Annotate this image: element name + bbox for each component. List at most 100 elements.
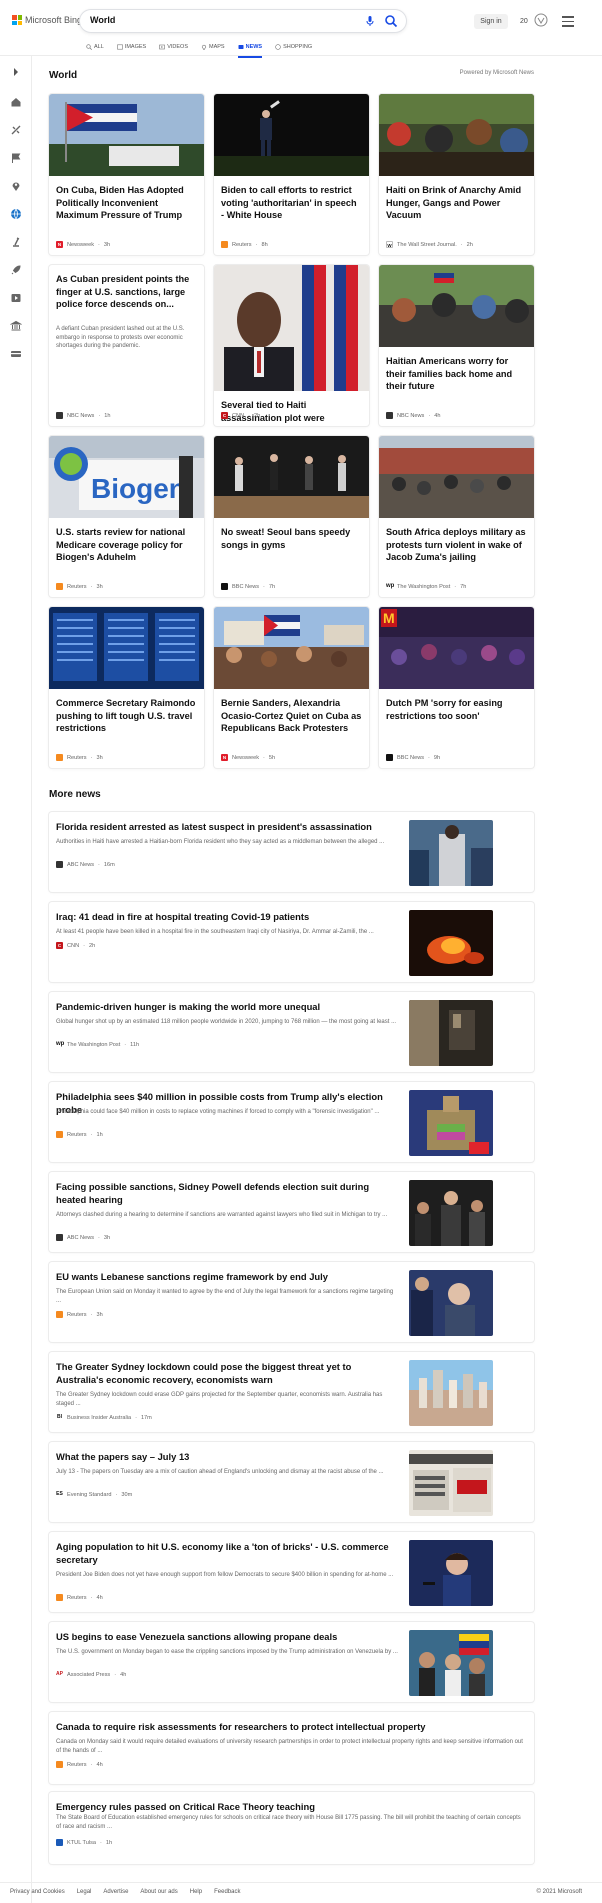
news-list-item[interactable]: Florida resident arrested as latest susp…	[49, 812, 534, 892]
location-icon[interactable]	[10, 180, 22, 192]
news-card[interactable]: South Africa deploys military as protest…	[379, 436, 534, 597]
card-meta: C CNN · 2h	[221, 412, 261, 419]
news-card[interactable]: Haiti on Brink of Anarchy Amid Hunger, G…	[379, 94, 534, 255]
microphone-icon[interactable]	[364, 15, 376, 27]
footer-link-about-ads[interactable]: About our ads	[140, 1889, 177, 1895]
rewards-icon[interactable]	[534, 13, 548, 27]
news-list-item[interactable]: The Greater Sydney lockdown could pose t…	[49, 1352, 534, 1432]
card-title[interactable]: Biden to call efforts to restrict voting…	[221, 184, 362, 222]
news-title[interactable]: Iraq: 41 dead in fire at hospital treati…	[56, 910, 396, 923]
card-title[interactable]: Bernie Sanders, Alexandria Ocasio-Cortez…	[221, 697, 362, 735]
card-meta: Reuters · 3h	[56, 754, 103, 761]
news-snippet: The European Union said on Monday it wan…	[56, 1289, 394, 1304]
bing-logo[interactable]: Microsoft Bing	[12, 15, 82, 25]
news-card[interactable]: On Cuba, Biden Has Adopted Politically I…	[49, 94, 204, 255]
publish-time: 7h	[268, 583, 276, 590]
abc-news-logo-icon	[56, 861, 63, 868]
card-title[interactable]: Haiti on Brink of Anarchy Amid Hunger, G…	[386, 184, 527, 222]
search-box[interactable]: World	[80, 10, 406, 32]
provider-name: The Washington Post	[67, 1041, 121, 1048]
home-icon[interactable]	[10, 96, 22, 108]
card-image	[49, 94, 204, 176]
footer-link-feedback[interactable]: Feedback	[214, 1889, 240, 1895]
card-title[interactable]: Commerce Secretary Raimondo pushing to l…	[56, 697, 197, 735]
search-input[interactable]: World	[90, 15, 115, 25]
news-list-item[interactable]: Aging population to hit U.S. economy lik…	[49, 1532, 534, 1612]
news-list-item[interactable]: What the papers say – July 13 July 13 - …	[49, 1442, 534, 1522]
globe-icon[interactable]	[10, 208, 22, 220]
copyright: © 2021 Microsoft	[536, 1889, 582, 1895]
menu-icon[interactable]	[562, 16, 574, 27]
provider-name: Reuters	[232, 241, 252, 248]
money-icon[interactable]	[10, 348, 22, 360]
rewards-count[interactable]: 20	[520, 14, 528, 29]
news-snippet: Attorneys clashed during a hearing to de…	[56, 1212, 388, 1218]
news-list-item[interactable]: Facing possible sanctions, Sidney Powell…	[49, 1172, 534, 1252]
news-meta: ABC News · 16m	[56, 861, 115, 868]
news-card[interactable]: Biogen U.S. starts review for national M…	[49, 436, 204, 597]
news-title[interactable]: Aging population to hit U.S. economy lik…	[56, 1540, 396, 1566]
card-title[interactable]: Dutch PM 'sorry for easing restrictions …	[386, 697, 527, 722]
news-title[interactable]: Florida resident arrested as latest susp…	[56, 820, 396, 833]
card-title[interactable]: U.S. starts review for national Medicare…	[56, 526, 197, 564]
entertainment-icon[interactable]	[10, 292, 22, 304]
news-list-item[interactable]: Emergency rules passed on Critical Race …	[49, 1792, 534, 1864]
news-title[interactable]: Pandemic-driven hunger is making the wor…	[56, 1000, 396, 1013]
expand-arrow-icon[interactable]	[10, 66, 22, 78]
news-meta: Reuters · 4h	[56, 1761, 103, 1768]
news-title[interactable]: What the papers say – July 13	[56, 1450, 396, 1463]
nbc-logo-icon	[386, 412, 393, 419]
card-snippet: A defiant Cuban president lashed out at …	[56, 326, 185, 349]
rocket-icon[interactable]	[10, 264, 22, 276]
news-list-item[interactable]: Philadelphia sees $40 million in possibl…	[49, 1082, 534, 1162]
card-title[interactable]: On Cuba, Biden Has Adopted Politically I…	[56, 184, 197, 222]
tab-news[interactable]: NEWS	[237, 41, 262, 58]
news-title[interactable]: US begins to ease Venezuela sanctions al…	[56, 1630, 396, 1643]
topics-icon[interactable]	[10, 124, 22, 136]
sign-in-button[interactable]: Sign in	[474, 14, 508, 29]
card-meta: Reuters · 8h	[221, 241, 268, 248]
news-list-item[interactable]: EU wants Lebanese sanctions regime frame…	[49, 1262, 534, 1342]
card-title[interactable]: No sweat! Seoul bans speedy songs in gym…	[221, 526, 362, 551]
news-card[interactable]: As Cuban president points the finger at …	[49, 265, 204, 426]
news-card[interactable]: Biden to call efforts to restrict voting…	[214, 94, 369, 255]
footer-link-help[interactable]: Help	[190, 1889, 202, 1895]
publish-time: 7h	[460, 583, 467, 590]
tab-all[interactable]: ALL	[86, 41, 104, 53]
news-card[interactable]: Bernie Sanders, Alexandria Ocasio-Cortez…	[214, 607, 369, 768]
news-card[interactable]: Several tied to Haiti assassination plot…	[214, 265, 369, 426]
news-image	[409, 1090, 493, 1156]
bank-icon[interactable]	[10, 320, 22, 332]
provider-name: Reuters	[67, 1131, 87, 1138]
news-list-item[interactable]: US begins to ease Venezuela sanctions al…	[49, 1622, 534, 1702]
card-title[interactable]: As Cuban president points the finger at …	[56, 273, 197, 311]
card-title[interactable]: South Africa deploys military as protest…	[386, 526, 527, 564]
news-list-item[interactable]: Canada to require risk assessments for r…	[49, 1712, 534, 1784]
tab-shopping[interactable]: SHOPPING	[275, 41, 312, 53]
footer-link-advertise[interactable]: Advertise	[103, 1889, 128, 1895]
tab-maps[interactable]: MAPS	[201, 41, 225, 53]
footer-link-privacy[interactable]: Privacy and Cookies	[10, 1889, 65, 1895]
news-title[interactable]: Facing possible sanctions, Sidney Powell…	[56, 1180, 396, 1206]
footer-link-legal[interactable]: Legal	[77, 1889, 92, 1895]
tab-images[interactable]: IMAGES	[116, 41, 146, 53]
news-card[interactable]: No sweat! Seoul bans speedy songs in gym…	[214, 436, 369, 597]
news-list-item[interactable]: Pandemic-driven hunger is making the wor…	[49, 992, 534, 1072]
news-title[interactable]: Canada to require risk assessments for r…	[56, 1720, 516, 1733]
publish-time: 4h	[120, 1671, 127, 1678]
news-card[interactable]: M Dutch PM 'sorry for easing restriction…	[379, 607, 534, 768]
search-icon[interactable]	[384, 14, 398, 28]
news-card[interactable]: Haitian Americans worry for their famili…	[379, 265, 534, 426]
news-card[interactable]: Commerce Secretary Raimondo pushing to l…	[49, 607, 204, 768]
tab-videos[interactable]: VIDEOS	[159, 41, 188, 53]
news-title[interactable]: Emergency rules passed on Critical Race …	[56, 1800, 516, 1813]
provider-name: Business Insider Australia	[67, 1414, 132, 1421]
news-meta: KTUL Tulsa · 1h	[56, 1839, 112, 1846]
news-title[interactable]: EU wants Lebanese sanctions regime frame…	[56, 1270, 396, 1283]
news-list-item[interactable]: Iraq: 41 dead in fire at hospital treati…	[49, 902, 534, 982]
science-icon[interactable]	[10, 236, 22, 248]
card-title[interactable]: Haitian Americans worry for their famili…	[386, 355, 527, 393]
news-title[interactable]: The Greater Sydney lockdown could pose t…	[56, 1360, 396, 1386]
provider-name: Evening Standard	[67, 1491, 112, 1498]
flag-icon[interactable]	[10, 152, 22, 164]
